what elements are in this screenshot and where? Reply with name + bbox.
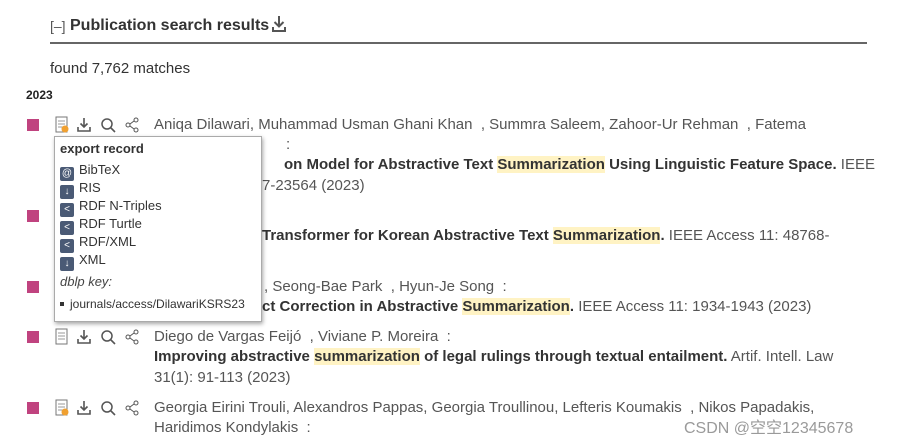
dblp-key-text: journals/access/DilawariKSRS23 <box>70 297 245 311</box>
entry-type-marker <box>27 210 39 222</box>
entry-authors[interactable]: Diego de Vargas Feijó , Viviane P. Morei… <box>154 328 451 345</box>
entry-authors-tail: : <box>286 136 291 153</box>
export-xml[interactable]: ↓ XML <box>60 252 106 271</box>
entry-type-marker <box>27 119 39 131</box>
entry-venue[interactable]: IEEE <box>837 156 875 173</box>
share-icon[interactable] <box>124 399 140 417</box>
export-rdf-ntriples[interactable]: < RDF N-Triples <box>60 198 162 217</box>
export-rdf-ntriples-label: RDF N-Triples <box>79 198 162 213</box>
entry-type-marker <box>27 281 39 293</box>
collapse-toggle[interactable]: [–] <box>50 18 66 34</box>
entry-venue[interactable]: Artif. Intell. Law <box>727 348 834 365</box>
document-icon[interactable] <box>54 328 70 346</box>
entry-type-marker <box>27 331 39 343</box>
entry-venue-cont: 31(1): 91-113 (2023) <box>154 369 291 386</box>
search-highlight: Summarization <box>552 227 661 244</box>
share-icon: < <box>60 239 74 253</box>
export-bibtex[interactable]: @ BibTeX <box>60 162 121 181</box>
entry-authors-cont[interactable]: Haridimos Kondylakis : <box>154 419 311 436</box>
entry-type-marker <box>27 402 39 414</box>
search-highlight: summarization <box>314 348 420 365</box>
download-icon: ↓ <box>60 185 74 199</box>
entry-title-line: ct Correction in Abstractive Summarizati… <box>262 298 811 315</box>
export-ris-label: RIS <box>79 180 101 195</box>
year-heading: 2023 <box>26 88 53 102</box>
entry-title-end: of legal rulings through textual entailm… <box>419 348 728 365</box>
entry-venue[interactable]: IEEE Access 11: 1934-1943 (2023) <box>574 298 811 315</box>
dblp-key-label: dblp key: <box>60 274 113 289</box>
share-icon: < <box>60 221 74 235</box>
cite-search-icon[interactable] <box>100 399 116 417</box>
export-bibtex-label: BibTeX <box>79 162 121 177</box>
dblp-key-value[interactable]: journals/access/DilawariKSRS23 <box>60 297 245 311</box>
export-ris[interactable]: ↓ RIS <box>60 180 101 199</box>
export-rdf-turtle-label: RDF Turtle <box>79 216 142 231</box>
export-icon[interactable] <box>76 328 92 346</box>
search-highlight: Summarization <box>462 298 570 315</box>
export-icon[interactable] <box>76 399 92 417</box>
export-rdf-turtle[interactable]: < RDF Turtle <box>60 216 142 235</box>
entry-title: on Model for Abstractive Text <box>284 156 498 173</box>
export-rdf-xml-label: RDF/XML <box>79 234 137 249</box>
share-icon[interactable] <box>124 328 140 346</box>
entry-authors[interactable]: Aniqa Dilawari, Muhammad Usman Ghani Kha… <box>154 116 806 133</box>
entry-title-line: Transformer for Korean Abstractive Text … <box>262 227 829 244</box>
download-icon: ↓ <box>60 257 74 271</box>
search-highlight: Summarization <box>497 156 605 173</box>
entry-authors[interactable]: , Seong-Bae Park , Hyun-Je Song : <box>264 278 507 295</box>
entry-title: Improving abstractive <box>154 348 315 365</box>
entry-title-line: Improving abstractive summarization of l… <box>154 348 833 365</box>
cite-search-icon[interactable] <box>100 328 116 346</box>
export-xml-label: XML <box>79 252 106 267</box>
popup-heading: export record <box>60 141 144 156</box>
export-record-popup: export record @ BibTeX ↓ RIS < RDF N-Triple… <box>54 136 262 322</box>
electronic-edition-icon[interactable] <box>54 116 70 134</box>
export-rdf-xml[interactable]: < RDF/XML <box>60 234 137 253</box>
electronic-edition-icon[interactable] <box>54 399 70 417</box>
export-icon[interactable] <box>76 116 92 134</box>
entry-venue-cont: 7-23564 (2023) <box>262 177 365 194</box>
match-count: found 7,762 matches <box>50 60 191 77</box>
cite-search-icon[interactable] <box>100 116 116 134</box>
share-icon[interactable] <box>124 116 140 134</box>
at-icon: @ <box>60 167 74 181</box>
watermark: CSDN @空空12345678 <box>684 420 854 437</box>
download-icon[interactable] <box>271 15 287 33</box>
entry-title: ct Correction in Abstractive <box>262 298 463 315</box>
entry-title: Transformer for Korean Abstractive Text <box>262 227 553 244</box>
bullet-icon <box>60 302 64 306</box>
share-icon: < <box>60 203 74 217</box>
section-header: [–] Publication search results <box>50 14 867 44</box>
entry-title-end: Using Linguistic Feature Space. <box>604 156 837 173</box>
section-title: Publication search results <box>70 17 270 34</box>
entry-venue[interactable]: IEEE Access 11: 48768- <box>665 227 830 244</box>
entry-title-line: on Model for Abstractive Text Summarizat… <box>284 156 875 173</box>
